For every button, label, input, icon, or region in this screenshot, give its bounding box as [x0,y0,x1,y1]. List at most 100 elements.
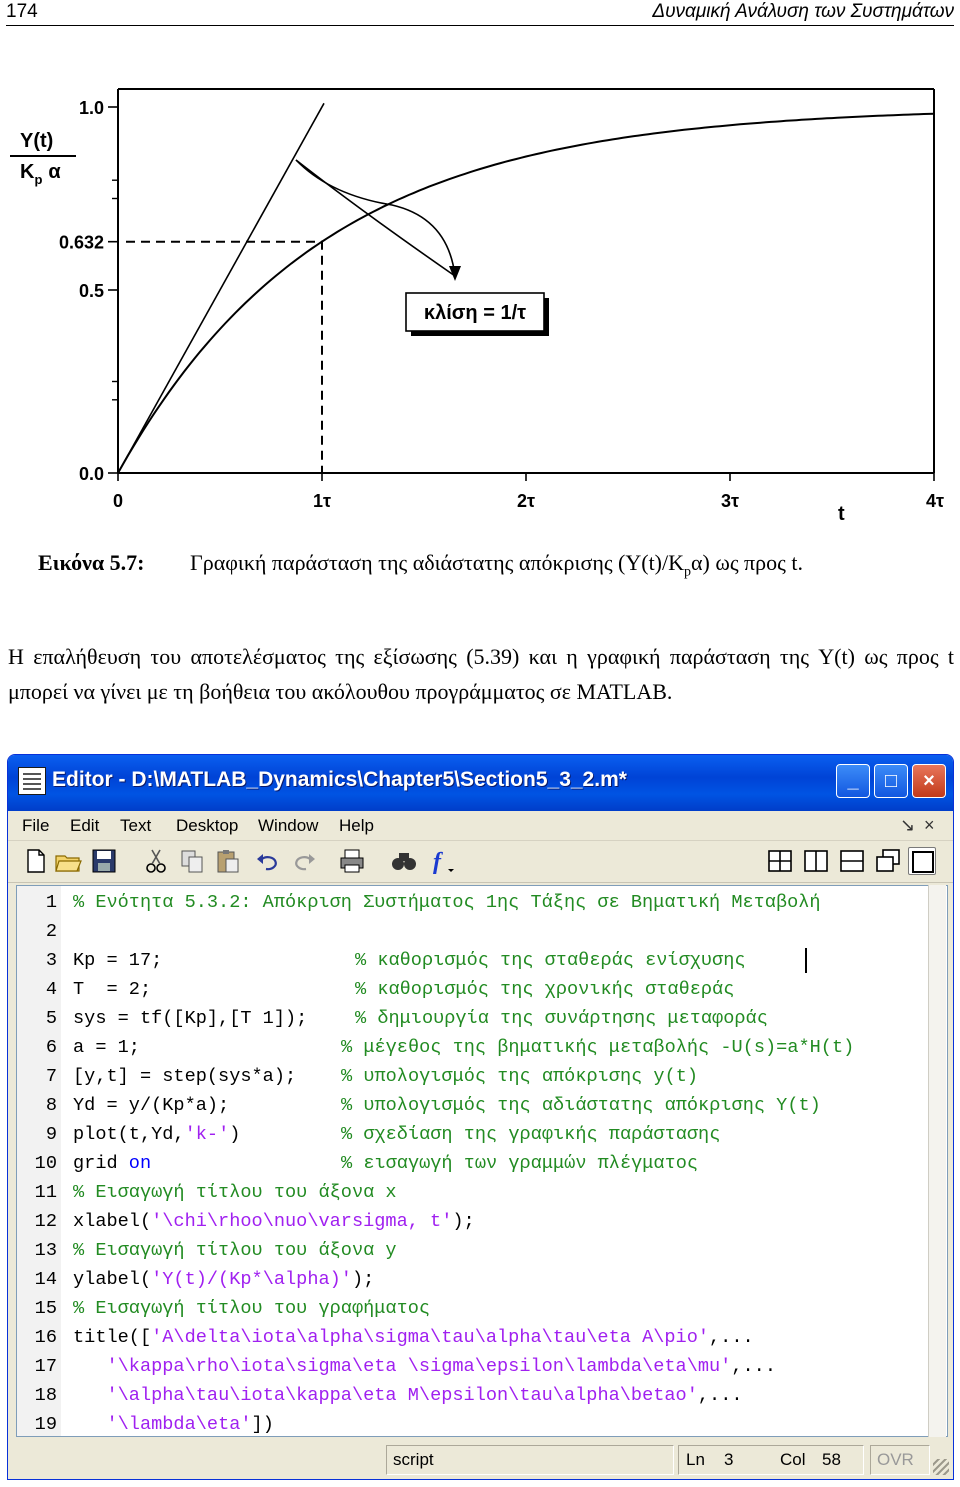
x-ticks: 0 1τ 2τ 3τ 4τ [113,473,944,511]
code-line[interactable]: 13 % Εισαγωγή τίτλου του άξονα y [17,1236,927,1265]
code-line[interactable]: 18 '\alpha\tau\iota\kappa\eta M\epsilon\… [17,1381,927,1410]
menu-bar: File Edit Text Desktop Window Help ↘ × [8,811,953,841]
float-icon[interactable] [874,847,902,875]
matlab-editor-window[interactable]: Editor - D:\MATLAB_Dynamics\Chapter5\Sec… [7,754,954,1480]
save-icon[interactable] [90,847,118,875]
code-text: a = 1; [73,1033,140,1062]
print-icon[interactable] [338,847,366,875]
body-paragraph: Η επαλήθευση του αποτελέσματος της εξίσω… [8,644,954,704]
undock-icon[interactable]: ↘ [900,815,915,836]
menu-edit[interactable]: Edit [70,816,99,836]
line-number: 16 [34,1327,57,1348]
menu-window[interactable]: Window [258,816,318,836]
maximize-doc-icon[interactable] [908,847,936,875]
menu-desktop[interactable]: Desktop [176,816,238,836]
code-line[interactable]: 19 '\lambda\eta']) [17,1410,927,1436]
undo-icon[interactable] [254,847,282,875]
code-comment: % Εισαγωγή τίτλου του άξονα x [73,1182,397,1203]
split-vertical-icon[interactable] [802,847,830,875]
slope-pointer-lower [295,159,456,277]
code-comment: % εισαγωγή των γραμμών πλέγματος [341,1153,699,1174]
x-tick-label: 4τ [926,491,944,511]
paste-icon[interactable] [214,847,242,875]
toolbar: f [8,841,953,883]
code-comment: % υπολογισμός της απόκρισης y(t) [341,1066,699,1087]
new-file-icon[interactable] [22,847,50,875]
menu-help[interactable]: Help [339,816,374,836]
code-comment: % υπολογισμός της αδιάστατης απόκρισης Y… [341,1095,821,1116]
editor-app-icon [18,767,46,795]
code-line[interactable]: 3 Kp = 17; % καθορισμός της σταθεράς ενίσχ… [17,946,927,975]
line-number: 4 [45,979,57,1000]
code-line[interactable]: 6 a = 1; % μέγεθος της βηματικής μεταβολής… [17,1033,927,1062]
code-segment: Yd = y/(Kp*a); [73,1095,230,1116]
code-line[interactable]: 14 ylabel('Y(t)/(Kp*\alpha)'); [17,1265,927,1294]
status-ln: 3 [724,1450,734,1469]
line-number: 1 [45,892,57,913]
status-ln-label: Ln [686,1450,705,1469]
code-line[interactable]: 9 plot(t,Yd,'k-') % σχεδίαση της γραφικής … [17,1120,927,1149]
svg-text:f: f [433,849,443,875]
code-editor[interactable]: 1 % Ενότητα 5.3.2: Απόκριση Συστήματος 1η… [16,885,948,1437]
running-title: Δυναμική Ανάλυση των Συστημάτων [652,1,954,22]
line-number: 18 [34,1385,57,1406]
status-col-label: Col [780,1450,806,1469]
caption-text: Γραφική παράσταση της αδιάστατης απόκρισ… [190,550,803,580]
code-text: [y,t] = step(sys*a); [73,1062,296,1091]
open-folder-icon[interactable] [54,847,82,875]
code-line[interactable]: 5 sys = tf([Kp],[T 1]); % δημιουργία της σ… [17,1004,927,1033]
line-number: 19 [34,1414,57,1435]
maximize-button[interactable]: □ [874,764,908,798]
code-line[interactable]: 15 % Εισαγωγή τίτλου του γραφήματος [17,1294,927,1323]
menu-text[interactable]: Text [120,816,151,836]
resize-grip[interactable] [933,1459,949,1475]
code-text: Kp = 17; [73,946,162,975]
code-line[interactable]: 1 % Ενότητα 5.3.2: Απόκριση Συστήματος 1η… [17,888,927,917]
code-text: '\kappa\rho\iota\sigma\eta \sigma\epsilo… [73,1352,776,1381]
code-comment: % Εισαγωγή τίτλου του άξονα y [73,1240,397,1261]
status-ovr: OVR [870,1445,930,1475]
y-tick-label: 0.0 [79,464,104,484]
code-segment: grid [73,1153,129,1174]
code-segment: a = 1; [73,1037,140,1058]
line-number: 7 [45,1066,57,1087]
dashed-guide-0632 [126,240,323,473]
title-bar[interactable]: Editor - D:\MATLAB_Dynamics\Chapter5\Sec… [8,755,953,811]
code-line[interactable]: 11 % Εισαγωγή τίτλου του άξονα x [17,1178,927,1207]
line-number: 17 [34,1356,57,1377]
code-line[interactable]: 2 [17,917,927,946]
vertical-scrollbar[interactable] [928,885,946,1437]
minimize-button[interactable]: _ [836,764,870,798]
string-literal: '\kappa\rho\iota\sigma\eta \sigma\epsilo… [106,1356,732,1377]
code-line[interactable]: 10 grid on % εισαγωγή των γραμμών πλέγματο… [17,1149,927,1178]
code-line[interactable]: 8 Yd = y/(Kp*a); % υπολογισμός της αδιάστα… [17,1091,927,1120]
code-segment: ,... [697,1385,743,1406]
code-text: '\lambda\eta']) [73,1410,273,1436]
x-tick-label: 1τ [313,491,331,511]
x-tick-label: 2τ [517,491,535,511]
cut-icon[interactable] [142,847,170,875]
code-text: title(['A\delta\iota\alpha\sigma\tau\alp… [73,1323,754,1352]
code-segment: T = 2; [73,979,152,1000]
code-line[interactable]: 7 [y,t] = step(sys*a); % υπολογισμός της α… [17,1062,927,1091]
find-icon[interactable] [390,847,418,875]
code-line[interactable]: 4 T = 2; % καθορισμός της χρονικής σταθερά… [17,975,927,1004]
menu-file[interactable]: File [22,816,49,836]
code-line[interactable]: 16 title(['A\delta\iota\alpha\sigma\tau\a… [17,1323,927,1352]
doc-close-icon[interactable]: × [924,815,935,836]
line-number: 9 [45,1124,57,1145]
function-icon[interactable]: f [428,847,456,875]
copy-icon[interactable] [178,847,206,875]
split-horizontal-icon[interactable] [838,847,866,875]
code-line[interactable]: 12 xlabel('\chi\rhoo\nuo\varsigma, t'); [17,1207,927,1236]
tile-icon[interactable] [766,847,794,875]
code-text: grid on [73,1149,151,1178]
close-button[interactable]: × [912,764,946,798]
code-comment: % μέγεθος της βηματικής μεταβολής -U(s)=… [341,1037,855,1058]
code-segment: ,... [731,1356,776,1377]
y-tick-label: 0.5 [79,281,104,301]
redo-icon[interactable] [290,847,318,875]
line-number: 14 [34,1269,57,1290]
code-line[interactable]: 17 '\kappa\rho\iota\sigma\eta \sigma\eps… [17,1352,927,1381]
